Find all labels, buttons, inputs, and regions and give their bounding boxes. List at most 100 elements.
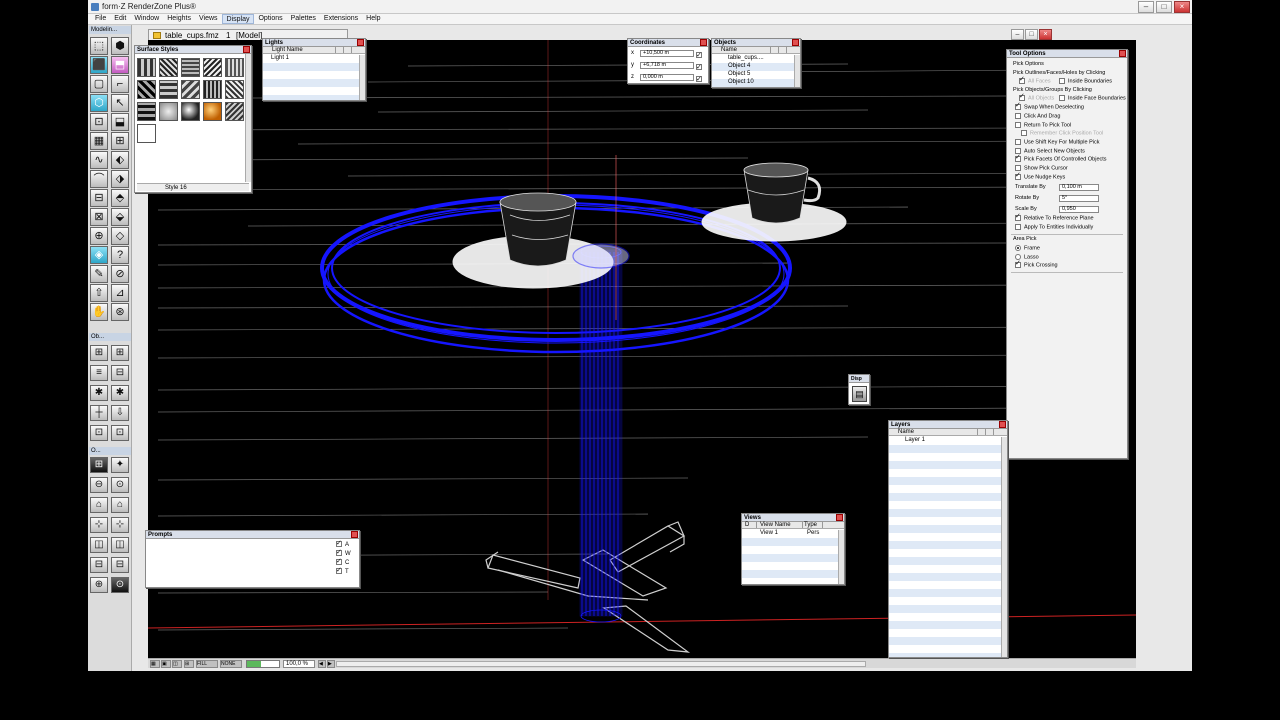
help-tool[interactable]: ? (111, 246, 129, 264)
surface-style-swatch[interactable] (137, 58, 156, 77)
fill-mode-button[interactable]: FILL (196, 660, 218, 668)
menu-palettes[interactable]: Palettes (287, 14, 320, 24)
diamond-tool[interactable]: ◇ (111, 227, 129, 245)
all-objects-checkbox[interactable] (1019, 93, 1025, 101)
tool-icon[interactable]: ┼ (90, 405, 108, 421)
apply-individually-checkbox[interactable] (1015, 224, 1021, 230)
object-item[interactable]: Object 10 (712, 79, 794, 86)
curve-tool[interactable]: ∿ (90, 151, 108, 169)
surface-style-swatch[interactable] (181, 80, 200, 99)
tool-icon[interactable]: ◫ (90, 537, 108, 553)
all-faces-checkbox[interactable] (1019, 76, 1025, 84)
tool-icon[interactable]: ⊡ (90, 425, 108, 441)
status-icon-4[interactable]: ⊞ (184, 660, 194, 668)
menu-heights[interactable]: Heights (163, 14, 195, 24)
tool-icon[interactable]: ◫ (111, 537, 129, 553)
use-nudge-keys-checkbox[interactable] (1015, 172, 1021, 180)
inside-boundaries-checkbox[interactable] (1059, 78, 1065, 84)
coord-c-checkbox[interactable] (696, 74, 702, 86)
close-icon[interactable] (1119, 50, 1126, 57)
coord-x-field[interactable]: +10,500 m (640, 50, 694, 57)
layer-tool[interactable]: ⬓ (111, 113, 129, 131)
coord-z-field[interactable]: 0,000 m (640, 74, 694, 81)
spin-tool[interactable]: ⊛ (111, 303, 129, 321)
close-icon[interactable] (700, 39, 707, 46)
zoom-level[interactable]: 100,0 % (283, 660, 315, 668)
surface-style-swatch[interactable] (203, 102, 222, 121)
sub-tool[interactable]: ⬙ (111, 208, 129, 226)
object-item[interactable]: Object 4 (712, 63, 794, 70)
none-mode-button[interactable]: NONE (220, 660, 242, 668)
surface-style-swatch[interactable] (159, 58, 178, 77)
prompt-w-checkbox[interactable] (336, 548, 342, 557)
menu-options[interactable]: Options (254, 14, 286, 24)
surface-style-swatch[interactable] (225, 102, 244, 121)
menu-views[interactable]: Views (195, 14, 222, 24)
close-icon[interactable] (836, 514, 843, 521)
tool-icon[interactable]: ⊕ (90, 577, 108, 593)
tool-icon[interactable]: ⊙ (111, 477, 129, 493)
round-tool[interactable]: ⌒ (90, 170, 108, 188)
doc-maximize-button[interactable]: □ (1025, 29, 1038, 40)
close-icon[interactable] (999, 421, 1006, 428)
grid-tool[interactable]: ▦ (90, 132, 108, 150)
surface-style-swatch[interactable] (137, 124, 156, 143)
solid-tool[interactable]: ⬛ (90, 56, 108, 74)
tool-icon[interactable]: ⊞ (90, 457, 108, 473)
views-scrollbar[interactable] (838, 530, 844, 584)
pointer-tool[interactable]: ↖ (111, 94, 129, 112)
tool-icon[interactable]: ⌂ (111, 497, 129, 513)
bend-tool[interactable]: ⬗ (111, 170, 129, 188)
layers-scrollbar[interactable] (1001, 437, 1007, 657)
status-icon-3[interactable]: ◫ (172, 660, 182, 668)
tool-icon[interactable]: ⊹ (111, 517, 129, 533)
rectangle-tool[interactable]: ▢ (90, 75, 108, 93)
tool-icon[interactable]: ⊡ (111, 425, 129, 441)
close-icon[interactable] (243, 46, 250, 53)
return-to-pick-tool-checkbox[interactable] (1015, 122, 1021, 128)
close-button[interactable]: × (1174, 1, 1190, 13)
arc-tool[interactable]: ⬖ (111, 151, 129, 169)
plane-tool[interactable]: ⊟ (90, 189, 108, 207)
menu-help[interactable]: Help (362, 14, 384, 24)
status-icon-1[interactable]: ▦ (150, 660, 160, 668)
surface-style-swatch[interactable] (159, 102, 178, 121)
coord-w-checkbox[interactable] (696, 62, 702, 74)
show-pick-cursor-checkbox[interactable] (1015, 165, 1021, 171)
surface-style-swatch[interactable] (225, 80, 244, 99)
tool-icon[interactable]: ≡ (90, 365, 108, 381)
pick-crossing-checkbox[interactable] (1015, 260, 1021, 268)
tool-icon[interactable]: ✱ (90, 385, 108, 401)
tool-icon[interactable]: ⊖ (90, 477, 108, 493)
scroll-left-button[interactable]: ◀ (318, 660, 326, 668)
doc-close-button[interactable]: × (1039, 29, 1052, 40)
shape-tool[interactable]: ⬒ (111, 56, 129, 74)
surface-style-swatch[interactable] (181, 102, 200, 121)
inside-face-boundaries-checkbox[interactable] (1059, 95, 1065, 101)
surface-style-name[interactable]: Style 16 (137, 183, 249, 191)
close-icon[interactable] (357, 39, 364, 46)
snap-tool[interactable]: ◈ (90, 246, 108, 264)
surface-style-swatch[interactable] (159, 80, 178, 99)
prompt-t-checkbox[interactable] (336, 566, 342, 575)
select-tool[interactable]: ⬡ (90, 94, 108, 112)
scroll-right-button[interactable]: ▶ (327, 660, 335, 668)
menu-file[interactable]: File (91, 14, 110, 24)
light-item[interactable]: Light 1 (263, 55, 359, 62)
sphere-tool[interactable]: ⬢ (111, 37, 129, 55)
remember-last-checkbox[interactable] (1021, 130, 1027, 136)
edit-tool[interactable]: ✎ (90, 265, 108, 283)
lights-scrollbar[interactable] (359, 55, 365, 100)
prompt-a-checkbox[interactable] (336, 539, 342, 548)
close-icon[interactable] (351, 531, 358, 538)
surface-style-swatch[interactable] (225, 58, 244, 77)
surface-style-swatch[interactable] (181, 58, 200, 77)
tool-icon[interactable]: ⊟ (111, 557, 129, 573)
minimize-button[interactable]: – (1138, 1, 1154, 13)
status-icon-2[interactable]: ▣ (161, 660, 171, 668)
tool-icon[interactable]: ✱ (111, 385, 129, 401)
tool-icon[interactable]: ⊞ (111, 345, 129, 361)
menu-edit[interactable]: Edit (110, 14, 130, 24)
tool-icon[interactable]: ⇩ (111, 405, 129, 421)
rotate-by-field[interactable]: 5° (1059, 195, 1099, 202)
